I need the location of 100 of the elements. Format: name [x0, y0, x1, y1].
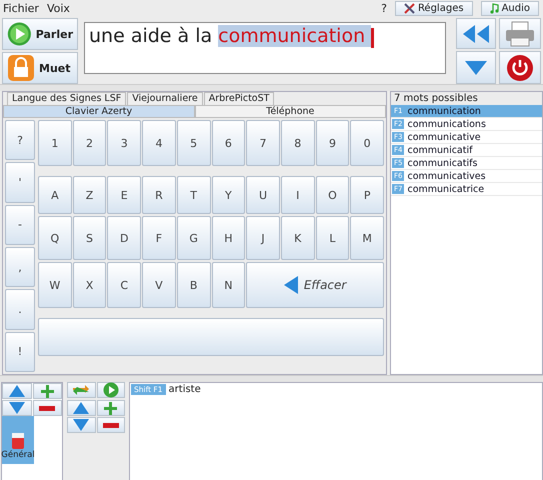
key[interactable]: L	[316, 216, 350, 260]
predictions-title: 7 mots possibles	[391, 92, 542, 105]
erase-key[interactable]: Effacer	[246, 262, 384, 308]
move-down-button[interactable]	[67, 417, 96, 433]
key[interactable]: 1	[38, 120, 72, 166]
plus-icon	[104, 402, 118, 414]
text-field[interactable]: une aide à la communication	[84, 22, 446, 74]
move-up-button[interactable]	[2, 383, 32, 399]
tab[interactable]: Langue des Signes LSF	[7, 92, 126, 105]
key[interactable]: .	[5, 289, 35, 330]
space-key[interactable]	[38, 318, 384, 356]
key[interactable]: N	[212, 262, 246, 308]
left-arrow-icon	[284, 276, 298, 294]
key[interactable]: 3	[107, 120, 142, 166]
key[interactable]: -	[5, 204, 35, 245]
swap-arrows-icon	[72, 383, 90, 397]
down-arrow-icon	[73, 419, 90, 431]
category-item[interactable]: Général	[2, 416, 34, 464]
minus-icon	[39, 406, 56, 410]
tab[interactable]: Viejournaliere	[127, 92, 203, 105]
plus-icon	[40, 384, 54, 398]
down-button[interactable]	[456, 51, 496, 84]
key[interactable]: T	[176, 176, 210, 214]
key[interactable]: K	[280, 216, 315, 260]
move-down-button[interactable]	[2, 400, 32, 416]
key[interactable]: E	[107, 176, 142, 214]
key[interactable]: 4	[142, 120, 176, 166]
menu-item[interactable]: Fichier	[3, 2, 39, 14]
tab[interactable]: Clavier Azerty	[3, 105, 194, 118]
key[interactable]: 5	[176, 120, 210, 166]
key[interactable]: G	[176, 216, 210, 260]
print-button[interactable]	[499, 18, 541, 49]
key[interactable]: R	[142, 176, 176, 214]
key[interactable]: 6	[212, 120, 246, 166]
tools-icon	[404, 2, 415, 14]
prediction-word: communicatifs	[407, 158, 478, 168]
key[interactable]: A	[38, 176, 72, 214]
down-arrow-icon	[465, 60, 487, 74]
down-arrow-icon	[8, 402, 25, 414]
minus-icon	[102, 422, 119, 428]
key[interactable]: B	[176, 262, 210, 308]
settings-button[interactable]: Réglages	[394, 0, 473, 16]
music-note-icon	[490, 2, 499, 14]
padlock-icon	[7, 54, 35, 82]
tab[interactable]: Téléphone	[194, 105, 386, 118]
remove-button[interactable]	[96, 417, 125, 433]
help-button[interactable]: ?	[381, 2, 387, 14]
play-button[interactable]	[96, 382, 125, 398]
key[interactable]: X	[72, 262, 106, 308]
key[interactable]: C	[107, 262, 142, 308]
up-arrow-icon	[8, 385, 25, 397]
tab[interactable]: ArbrePictoST	[204, 92, 274, 105]
key[interactable]: H	[212, 216, 246, 260]
audio-button[interactable]: Audio	[480, 0, 539, 16]
power-icon	[506, 54, 534, 82]
key[interactable]: 2	[72, 120, 106, 166]
menu-item[interactable]: Voix	[46, 2, 70, 14]
key[interactable]: Q	[38, 216, 72, 260]
key[interactable]: I	[280, 176, 315, 214]
category-label: Général	[1, 450, 35, 460]
key[interactable]: V	[142, 262, 176, 308]
mute-button[interactable]: Muet	[2, 52, 78, 84]
key[interactable]: O	[316, 176, 350, 214]
key[interactable]: F	[142, 216, 176, 260]
key[interactable]: S	[72, 216, 106, 260]
key[interactable]: ,	[5, 246, 35, 288]
key[interactable]: Y	[212, 176, 246, 214]
add-button[interactable]	[96, 400, 125, 416]
key[interactable]: M	[350, 216, 384, 260]
key[interactable]: 8	[280, 120, 315, 166]
swap-button[interactable]	[67, 382, 96, 398]
key[interactable]: W	[38, 262, 72, 308]
quit-button[interactable]	[499, 51, 541, 84]
key[interactable]: D	[107, 216, 142, 260]
key[interactable]: !	[5, 332, 35, 372]
folder-icon	[11, 432, 25, 450]
prediction-word: communicatrice	[407, 184, 484, 194]
back-button[interactable]	[456, 18, 496, 49]
key[interactable]: J	[246, 216, 280, 260]
add-button[interactable]	[32, 383, 62, 399]
prediction-word: communication	[407, 106, 481, 116]
remove-button[interactable]	[32, 400, 62, 416]
key[interactable]: 7	[246, 120, 280, 166]
prediction-word: communicatives	[407, 170, 486, 182]
key[interactable]: '	[5, 162, 35, 203]
up-arrow-icon	[73, 402, 90, 414]
phrase-text[interactable]: artiste	[168, 384, 201, 395]
rewind-icon	[463, 24, 489, 42]
key[interactable]: 0	[350, 120, 384, 166]
speak-button[interactable]: Parler	[2, 18, 78, 50]
move-up-button[interactable]	[67, 400, 96, 416]
key[interactable]: 9	[316, 120, 350, 166]
printer-icon	[505, 20, 535, 46]
play-icon	[102, 382, 119, 398]
prediction-word: communicative	[407, 132, 481, 142]
key[interactable]: U	[246, 176, 280, 214]
key[interactable]: ?	[5, 120, 35, 160]
key[interactable]: Z	[72, 176, 106, 214]
prediction-word: communicatif	[407, 144, 472, 156]
key[interactable]: P	[350, 176, 384, 214]
